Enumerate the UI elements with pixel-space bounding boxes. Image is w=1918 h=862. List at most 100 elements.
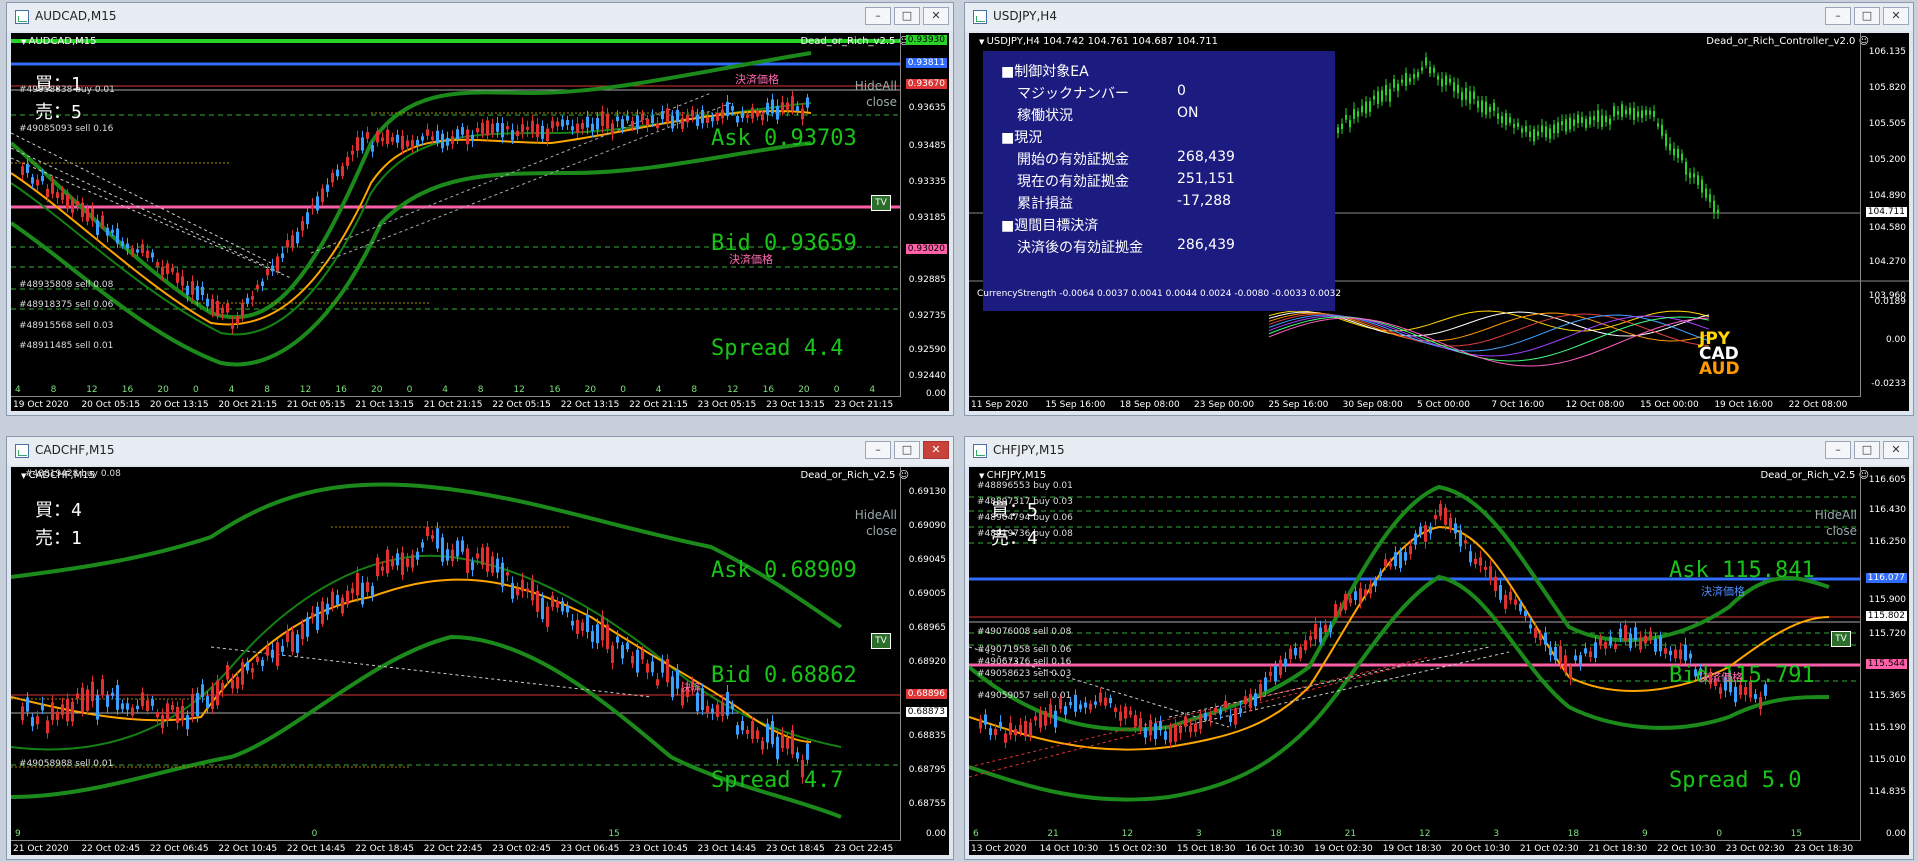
info-value: 0 xyxy=(1177,83,1186,99)
time-label: 22 Oct 08:00 xyxy=(1788,400,1848,410)
candle xyxy=(526,588,529,592)
close-button[interactable]: ✕ xyxy=(1883,7,1909,25)
candle xyxy=(256,656,259,663)
tv-button[interactable]: TV xyxy=(1831,631,1851,647)
candle xyxy=(261,281,264,287)
maximize-button[interactable]: □ xyxy=(894,7,920,25)
hideall-button[interactable]: HideAll xyxy=(855,78,897,94)
candle xyxy=(46,188,49,198)
time-axis[interactable]: 13 Oct 2020 14 Oct 10:30 15 Oct 02:30 15 Oc… xyxy=(969,840,1861,855)
candle xyxy=(251,296,254,300)
candle xyxy=(1629,633,1632,648)
candle xyxy=(56,711,59,720)
chfjpy-titlebar[interactable]: CHFJPY,M15 – □ ✕ xyxy=(965,437,1913,465)
minimize-button[interactable]: – xyxy=(1825,7,1851,25)
candle xyxy=(341,597,344,614)
candle xyxy=(361,137,364,151)
candle xyxy=(1054,710,1057,728)
minimize-button[interactable]: – xyxy=(865,7,891,25)
minimize-button[interactable]: – xyxy=(1825,441,1851,459)
candle xyxy=(1425,57,1427,66)
price-tag: 115.802 xyxy=(1865,611,1907,621)
tv-button[interactable]: TV xyxy=(871,633,891,649)
candle xyxy=(536,124,539,137)
close-button[interactable]: ✕ xyxy=(923,7,949,25)
candle xyxy=(1433,68,1435,73)
candle xyxy=(641,113,644,121)
price-axis[interactable]: 0.93930 0.93811 0.93670 0.93635 0.93485 … xyxy=(900,33,949,399)
info-value: -17,288 xyxy=(1177,193,1232,209)
close-positions-button[interactable]: close xyxy=(1815,523,1857,539)
hour-label: 16 xyxy=(549,385,561,395)
price-tag: 0.68896 xyxy=(905,689,947,699)
candle xyxy=(656,123,659,129)
candle xyxy=(1709,194,1711,203)
candle xyxy=(1599,637,1602,645)
price-axis[interactable]: 0.69130 0.69090 0.69045 0.69005 0.68965 … xyxy=(900,467,949,841)
maximize-button[interactable]: □ xyxy=(894,441,920,459)
chfjpy-window[interactable]: CHFJPY,M15 – □ ✕ CHFJPY,M15 Dead_or_Rich… xyxy=(964,436,1914,860)
candle xyxy=(631,120,634,127)
hideall-button[interactable]: HideAll xyxy=(1815,507,1857,523)
audcad-chart[interactable]: AUDCAD,M15 Dead_or_Rich_v2.5 買：1 売：5 Ask… xyxy=(11,33,949,411)
time-axis[interactable]: 19 Oct 2020 20 Oct 05:15 20 Oct 13:15 20 Oc… xyxy=(11,396,901,411)
maximize-button[interactable]: □ xyxy=(1854,7,1880,25)
usdjpy-chart[interactable]: USDJPY,H4 104.742 104.761 104.687 104.71… xyxy=(969,33,1909,411)
candle xyxy=(1629,107,1631,115)
candle xyxy=(496,122,499,132)
candle xyxy=(636,649,639,673)
hide-panel[interactable]: HideAll close xyxy=(855,78,897,110)
candle xyxy=(1653,111,1655,117)
candle xyxy=(291,235,294,248)
usdjpy-titlebar[interactable]: USDJPY,H4 – □ ✕ xyxy=(965,3,1913,31)
info-label: 現在の有効証拠金 xyxy=(1017,174,1129,190)
candle xyxy=(611,645,614,664)
close-positions-button[interactable]: close xyxy=(855,94,897,110)
chart-window-icon xyxy=(973,10,987,24)
candle xyxy=(1179,727,1182,734)
candle xyxy=(1569,666,1572,680)
cadchf-titlebar[interactable]: CADCHF,M15 – □ ✕ xyxy=(7,437,953,465)
candle xyxy=(576,619,579,634)
maximize-button[interactable]: □ xyxy=(1854,441,1880,459)
candle xyxy=(1049,704,1052,718)
hide-panel[interactable]: HideAll close xyxy=(855,507,897,539)
time-axis[interactable]: 21 Oct 2020 22 Oct 02:45 22 Oct 06:45 22 Oc… xyxy=(11,840,901,855)
audcad-window[interactable]: AUDCAD,M15 – □ ✕ ▼ AUDCAD,M15 Dead_or_Ri… xyxy=(6,2,954,416)
candle xyxy=(196,692,199,717)
chfjpy-chart[interactable]: CHFJPY,M15 Dead_or_Rich_v2.5 #48896553 b… xyxy=(969,467,1909,855)
cadchf-window[interactable]: CADCHF,M15 – □ ✕ CADCHF,M15 Dead_or_Rich… xyxy=(6,436,954,860)
candle xyxy=(1489,566,1492,580)
cadchf-chart[interactable]: CADCHF,M15 Dead_or_Rich_v2.5 #48819428 b… xyxy=(11,467,949,855)
close-positions-button[interactable]: close xyxy=(855,523,897,539)
candle xyxy=(1069,702,1072,706)
price-axis[interactable]: 116.605 116.430 116.250 116.077 115.900 … xyxy=(1860,467,1909,841)
candle xyxy=(281,645,284,652)
candle xyxy=(301,623,304,640)
candle xyxy=(411,139,414,149)
candle xyxy=(556,600,559,608)
minimize-button[interactable]: – xyxy=(865,441,891,459)
price-label: 105.505 xyxy=(1868,119,1906,129)
candle xyxy=(1099,692,1102,703)
order-label: #48896553 buy 0.01 xyxy=(977,481,1073,491)
close-button[interactable]: ✕ xyxy=(1883,441,1909,459)
candle xyxy=(36,179,39,186)
tv-button[interactable]: TV xyxy=(871,195,891,211)
hour-label: 0 xyxy=(311,829,318,839)
close-button[interactable]: ✕ xyxy=(923,441,949,459)
hide-panel[interactable]: HideAll close xyxy=(1815,507,1857,539)
price-label: 0.92735 xyxy=(908,311,946,321)
candle xyxy=(591,123,594,131)
candle xyxy=(1314,623,1317,640)
candle xyxy=(1381,90,1383,102)
time-axis[interactable]: 11 Sep 2020 15 Sep 16:00 18 Sep 08:00 23 Se… xyxy=(969,396,1861,411)
candle xyxy=(1413,73,1415,79)
usdjpy-window[interactable]: USDJPY,H4 – □ ✕ USDJPY,H4 104.742 104.76… xyxy=(964,2,1914,416)
price-axis[interactable]: 106.135 105.820 105.505 105.200 104.890 … xyxy=(1860,33,1909,397)
audcad-titlebar[interactable]: AUDCAD,M15 – □ ✕ xyxy=(7,3,953,31)
price-tag: 0.93020 xyxy=(905,244,947,254)
candle xyxy=(76,693,79,699)
hideall-button[interactable]: HideAll xyxy=(855,507,897,523)
price-tag: 0.68873 xyxy=(905,707,947,717)
